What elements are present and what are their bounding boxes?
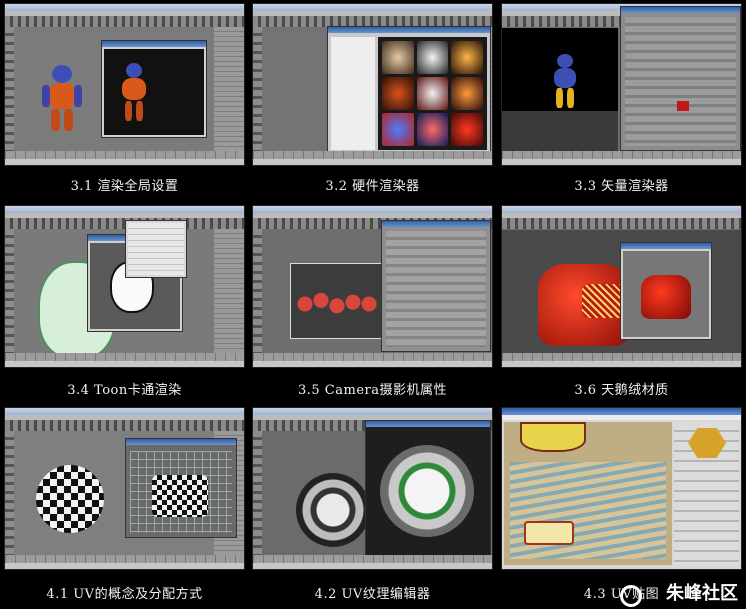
render-thumbnails [382,41,483,146]
spiral-logo-icon [620,585,642,607]
screenshot-toon-render [4,205,245,368]
attribute-editor [620,6,741,151]
tutorial-caption: 3.6 天鹅绒材质 [574,383,669,398]
screenshot-camera-attributes [252,205,493,368]
site-watermark: 朱峰社区 [666,583,738,604]
robot-model [42,65,82,135]
render-view-window [620,242,712,340]
camera-attribute-editor [381,220,491,352]
menu-popup [125,220,187,278]
tutorial-grid: 3.1 渲染全局设置 3.2 硬件渲染器 3.3 矢量渲染器 3.4 Toon卡… [0,0,746,609]
screenshot-hardware-renderer [252,3,493,166]
eyeball-model [296,473,370,547]
tutorial-caption: 3.1 渲染全局设置 [70,179,179,194]
uv-editor-window [365,420,491,556]
tutorial-caption: 4.1 UV的概念及分配方式 [46,587,203,602]
screenshot-uv-concept [4,407,245,570]
uv-texture-editor [125,438,237,538]
teddy-bears [297,286,377,322]
tutorial-caption: 3.5 Camera摄影机属性 [298,383,447,398]
screenshot-vector-renderer [501,3,742,166]
screenshot-uv-mapping [501,407,742,570]
tutorial-caption: 4.2 UV纹理编辑器 [314,587,431,602]
checker-sphere [36,465,104,533]
robot-model [550,54,580,110]
tutorial-caption: 3.3 矢量渲染器 [574,179,669,194]
render-view-window [101,40,207,138]
render-gallery-window [327,26,491,154]
tutorial-caption: 3.4 Toon卡通渲染 [67,383,182,398]
photoshop-panels [674,422,739,565]
texture-painting [504,422,672,565]
tutorial-caption: 3.2 硬件渲染器 [325,179,420,194]
screenshot-velvet-material [501,205,742,368]
screenshot-render-settings [4,3,245,166]
screenshot-uv-texture-editor [252,407,493,570]
